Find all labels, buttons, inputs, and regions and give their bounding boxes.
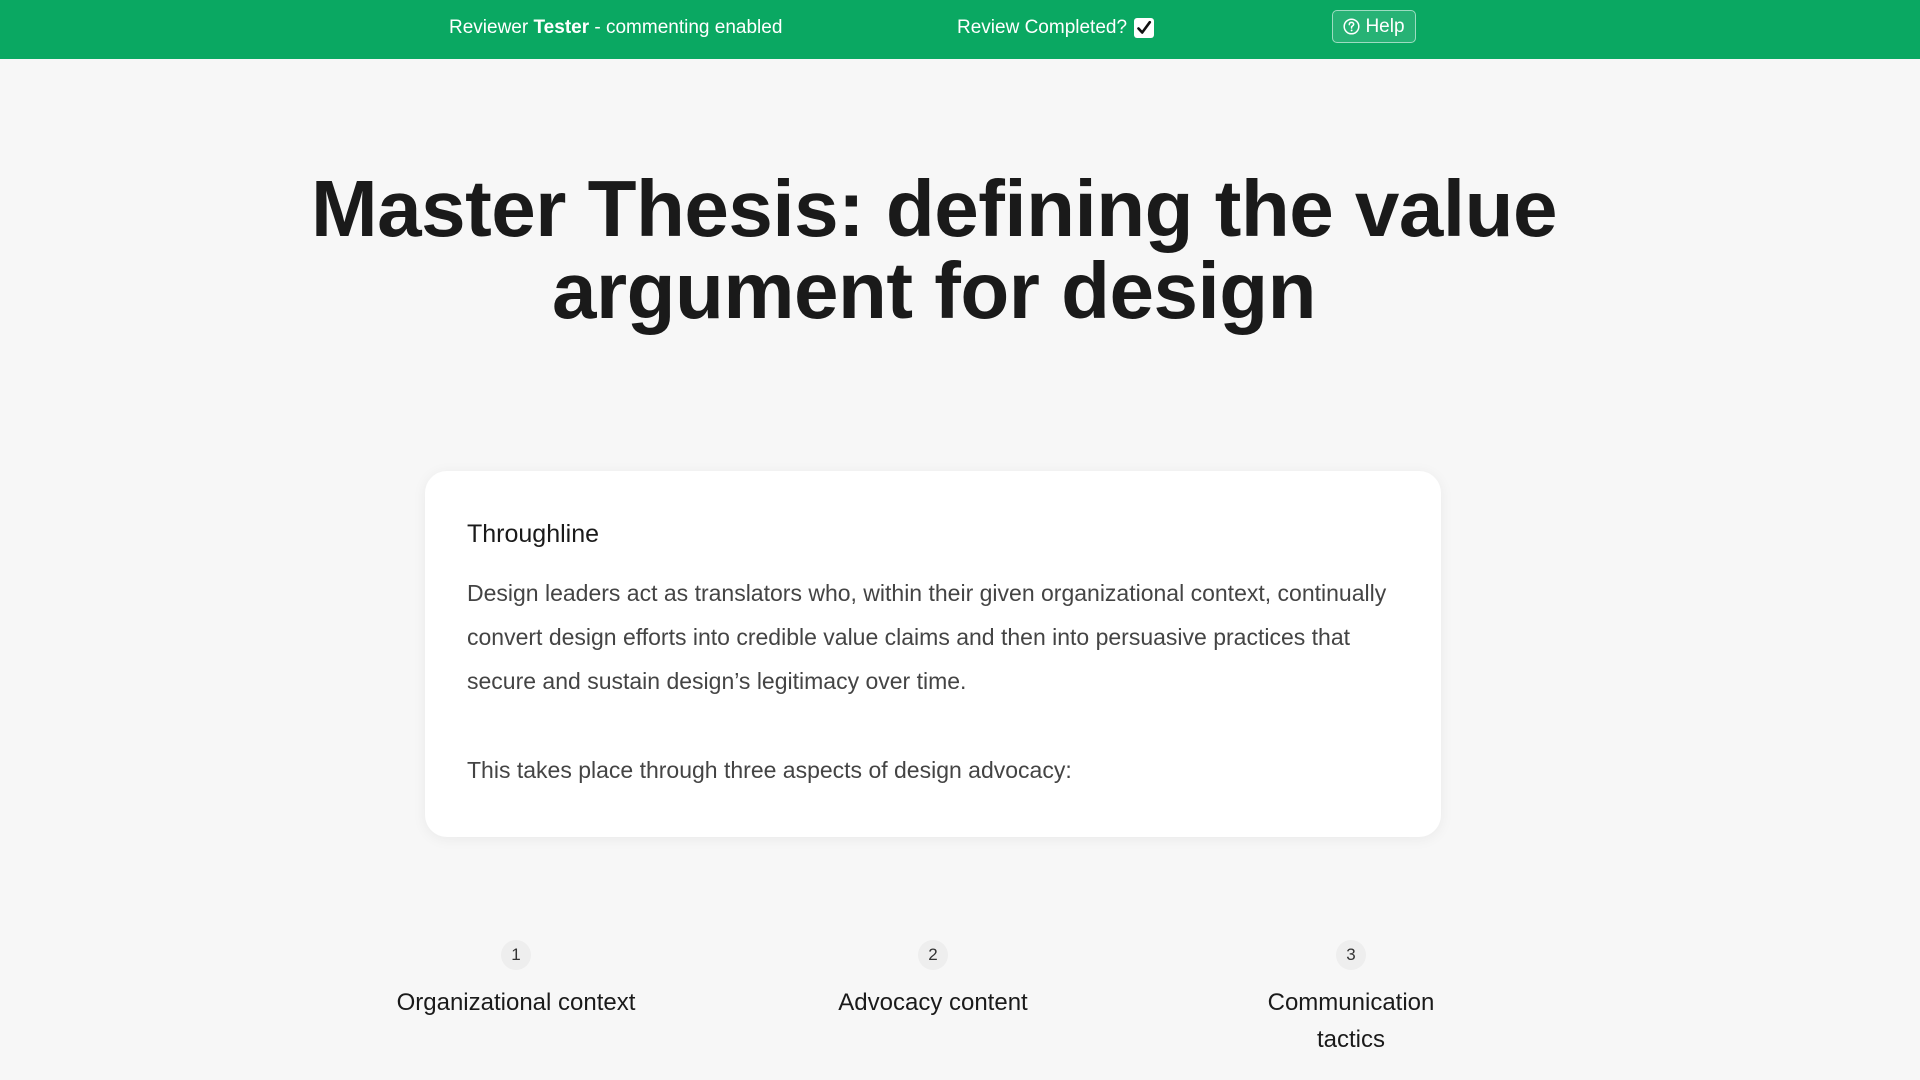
- aspect-number-badge: 3: [1336, 940, 1366, 970]
- aspect-label: Advocacy content: [838, 989, 1028, 1016]
- reviewer-prefix: Reviewer: [449, 17, 534, 38]
- aspect-item-communication-tactics: 3 Communication tactics: [1221, 940, 1481, 1058]
- throughline-heading: Throughline: [467, 520, 600, 548]
- aspect-item-organizational-context: 1 Organizational context: [386, 940, 646, 1021]
- aspect-number-badge: 2: [918, 940, 948, 970]
- question-circle-icon: [1343, 18, 1361, 35]
- review-completed-checkbox[interactable]: [1134, 18, 1155, 38]
- aspect-number-badge: 1: [501, 940, 531, 970]
- throughline-card: Throughline Design leaders act as transl…: [425, 471, 1441, 837]
- throughline-intro: This takes place through three aspects o…: [467, 757, 1072, 783]
- checkmark-icon: [1137, 20, 1152, 34]
- review-completed-toggle[interactable]: Review Completed?: [957, 16, 1155, 40]
- reviewer-status: Reviewer Tester - commenting enabled: [449, 16, 782, 40]
- help-button[interactable]: Help: [1332, 10, 1416, 43]
- throughline-body: Design leaders act as translators who, w…: [467, 580, 1387, 694]
- aspect-label: Organizational context: [396, 989, 636, 1016]
- aspect-item-advocacy-content: 2 Advocacy content: [803, 940, 1063, 1021]
- reviewer-name: Tester: [533, 17, 590, 38]
- page-title: Master Thesis: defining the value argume…: [311, 164, 1558, 335]
- reviewer-suffix: - commenting enabled: [589, 17, 783, 38]
- top-bar: Reviewer Tester - commenting enabled Rev…: [0, 0, 1920, 59]
- review-completed-label: Review Completed?: [957, 17, 1128, 38]
- help-label: Help: [1365, 15, 1405, 37]
- aspect-label: Communication tactics: [1267, 989, 1435, 1053]
